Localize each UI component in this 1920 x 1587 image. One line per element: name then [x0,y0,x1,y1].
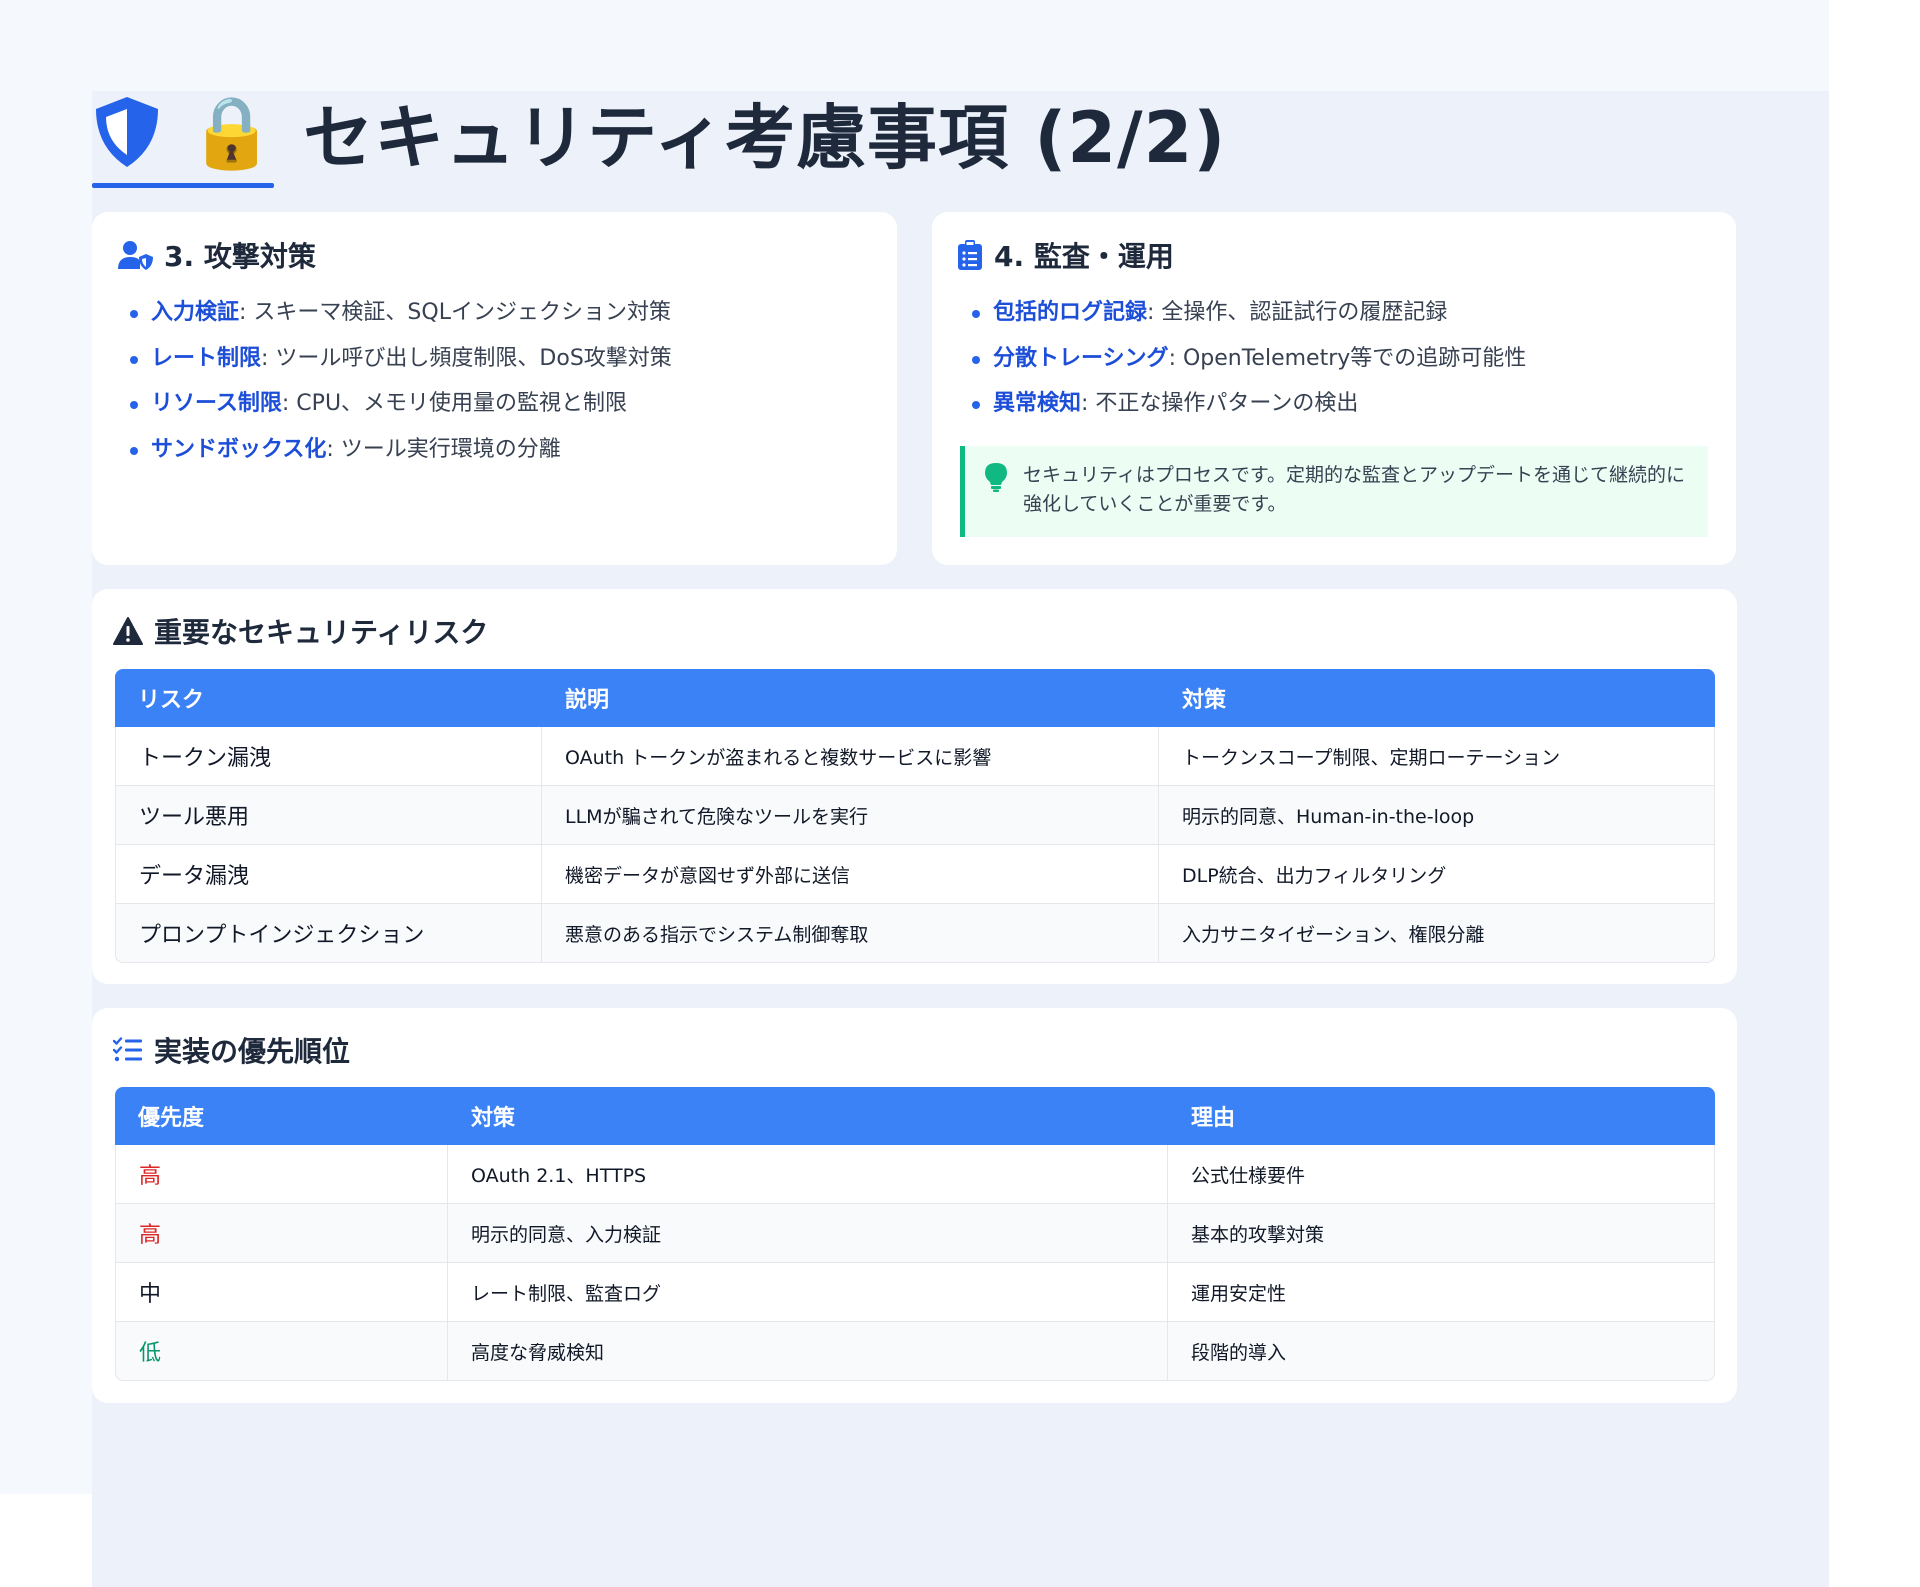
list-item: レート制限: ツール呼び出し頻度制限、DoS攻撃対策 [126,336,672,382]
clipboard-list-icon [956,239,984,271]
table-row: 中 レート制限、監査ログ 運用安定性 [115,1263,1715,1322]
reason-cell: 公式仕様要件 [1168,1145,1715,1204]
table-row: ツール悪用 LLMが騙されて危険なツールを実行 明示的同意、Human-in-t… [115,786,1715,845]
column-header-countermeasure: 対策 [1159,669,1715,727]
implementation-priority-table: 優先度 対策 理由 高 OAuth 2.1、HTTPS 公式仕様要件 高 明示的… [115,1087,1715,1381]
list-item-key: 分散トレーシング [993,345,1169,371]
description-cell: LLMが騙されて危険なツールを実行 [542,786,1159,845]
list-check-icon [112,1034,144,1066]
user-shield-icon [118,239,154,271]
list-item: 包括的ログ記録: 全操作、認証試行の履歴記録 [968,290,1526,336]
description-cell: 機密データが意図せず外部に送信 [542,845,1159,904]
priority-level-cell: 低 [115,1322,448,1381]
title-underline [92,183,274,188]
column-header-priority: 優先度 [115,1087,448,1145]
risk-cell: トークン漏洩 [115,727,542,786]
priority-level-cell: 高 [115,1145,448,1204]
list-item: 入力検証: スキーマ検証、SQLインジェクション対策 [126,290,672,336]
list-item-text: : 全操作、認証試行の履歴記録 [1147,300,1448,325]
tip-text: セキュリティはプロセスです。定期的な監査とアップデートを通じて継続的に強化してい… [1023,464,1685,515]
risk-cell: データ漏洩 [115,845,542,904]
description-cell: 悪意のある指示でシステム制御奪取 [542,904,1159,963]
list-item-text: : CPU、メモリ使用量の監視と制限 [281,391,628,416]
reason-cell: 運用安定性 [1168,1263,1715,1322]
measure-cell: OAuth 2.1、HTTPS [448,1145,1168,1204]
countermeasure-cell: DLP統合、出力フィルタリング [1159,845,1715,904]
list-item-key: レート制限 [151,345,262,371]
list-item-key: 異常検知 [993,391,1082,416]
column-header-risk: リスク [115,669,542,727]
table-row: 高 OAuth 2.1、HTTPS 公式仕様要件 [115,1145,1715,1204]
list-item: 分散トレーシング: OpenTelemetry等での追跡可能性 [968,336,1526,382]
list-item: 異常検知: 不正な操作パターンの検出 [968,381,1526,427]
reason-cell: 段階的導入 [1168,1322,1715,1381]
table-row: 低 高度な脅威検知 段階的導入 [115,1322,1715,1381]
audit-operations-heading: 4. 監査・運用 [956,236,1174,274]
countermeasure-cell: トークンスコープ制限、定期ローテーション [1159,727,1715,786]
security-risks-table: リスク 説明 対策 トークン漏洩 OAuth トークンが盗まれると複数サービスに… [115,669,1715,963]
implementation-priority-title: 実装の優先順位 [154,1035,351,1068]
column-header-description: 説明 [542,669,1159,727]
security-risks-title: 重要なセキュリティリスク [154,616,489,649]
measure-cell: 高度な脅威検知 [448,1322,1168,1381]
description-cell: OAuth トークンが盗まれると複数サービスに影響 [542,727,1159,786]
lightbulb-icon [985,463,1007,492]
countermeasure-cell: 入力サニタイゼーション、権限分離 [1159,904,1715,963]
security-risks-card: 重要なセキュリティリスク リスク 説明 対策 トークン漏洩 OAuth トークン… [92,589,1737,984]
list-item-text: : OpenTelemetry等での追跡可能性 [1168,345,1527,371]
list-item: サンドボックス化: ツール実行環境の分離 [126,427,672,473]
audit-operations-card: 4. 監査・運用 包括的ログ記録: 全操作、認証試行の履歴記録 分散トレーシング… [932,212,1736,565]
reason-cell: 基本的攻撃対策 [1168,1204,1715,1263]
page-background-top [0,0,1829,91]
priority-level-cell: 高 [115,1204,448,1263]
table-header-row: リスク 説明 対策 [115,669,1715,727]
risk-cell: プロンプトインジェクション [115,904,542,963]
list-item-text: : ツール呼び出し頻度制限、DoS攻撃対策 [261,345,672,371]
implementation-priority-card: 実装の優先順位 優先度 対策 理由 高 OAuth 2.1、HTTPS 公式仕様… [92,1008,1737,1403]
list-item-key: リソース制限 [151,391,282,416]
page-background-bottom [0,1494,92,1587]
lock-icon: 🔒 [188,91,276,173]
table-row: プロンプトインジェクション 悪意のある指示でシステム制御奪取 入力サニタイゼーシ… [115,904,1715,963]
list-item-key: 入力検証 [151,300,240,325]
column-header-measure: 対策 [448,1087,1168,1145]
list-item-text: : 不正な操作パターンの検出 [1081,391,1359,416]
page-header: 🔒 セキュリティ考慮事項 (2/2) [92,82,1226,182]
attack-countermeasures-list: 入力検証: スキーマ検証、SQLインジェクション対策 レート制限: ツール呼び出… [126,290,672,472]
tip-callout: セキュリティはプロセスです。定期的な監査とアップデートを通じて継続的に強化してい… [960,446,1708,537]
security-risks-heading: 重要なセキュリティリスク [112,611,488,651]
risk-cell: ツール悪用 [115,786,542,845]
table-header-row: 優先度 対策 理由 [115,1087,1715,1145]
page-background-left [0,91,92,1494]
list-item-text: : スキーマ検証、SQLインジェクション対策 [239,300,671,325]
column-header-reason: 理由 [1168,1087,1715,1145]
table-row: データ漏洩 機密データが意図せず外部に送信 DLP統合、出力フィルタリング [115,845,1715,904]
implementation-priority-heading: 実装の優先順位 [112,1030,350,1070]
measure-cell: 明示的同意、入力検証 [448,1204,1168,1263]
warning-icon [112,615,144,647]
page-title: セキュリティ考慮事項 (2/2) [303,96,1227,179]
measure-cell: レート制限、監査ログ [448,1263,1168,1322]
table-row: トークン漏洩 OAuth トークンが盗まれると複数サービスに影響 トークンスコー… [115,727,1715,786]
list-item-key: 包括的ログ記録 [993,300,1148,325]
priority-level-cell: 中 [115,1263,448,1322]
audit-operations-list: 包括的ログ記録: 全操作、認証試行の履歴記録 分散トレーシング: OpenTel… [968,290,1526,427]
list-item-key: サンドボックス化 [151,436,327,462]
list-item-text: : ツール実行環境の分離 [326,436,561,462]
list-item: リソース制限: CPU、メモリ使用量の監視と制限 [126,381,672,427]
attack-countermeasures-heading: 3. 攻撃対策 [118,236,316,274]
attack-countermeasures-title: 3. 攻撃対策 [164,240,316,273]
attack-countermeasures-card: 3. 攻撃対策 入力検証: スキーマ検証、SQLインジェクション対策 レート制限… [92,212,897,565]
audit-operations-title: 4. 監査・運用 [994,240,1174,273]
countermeasure-cell: 明示的同意、Human-in-the-loop [1159,786,1715,845]
table-row: 高 明示的同意、入力検証 基本的攻撃対策 [115,1204,1715,1263]
shield-icon [96,97,158,167]
